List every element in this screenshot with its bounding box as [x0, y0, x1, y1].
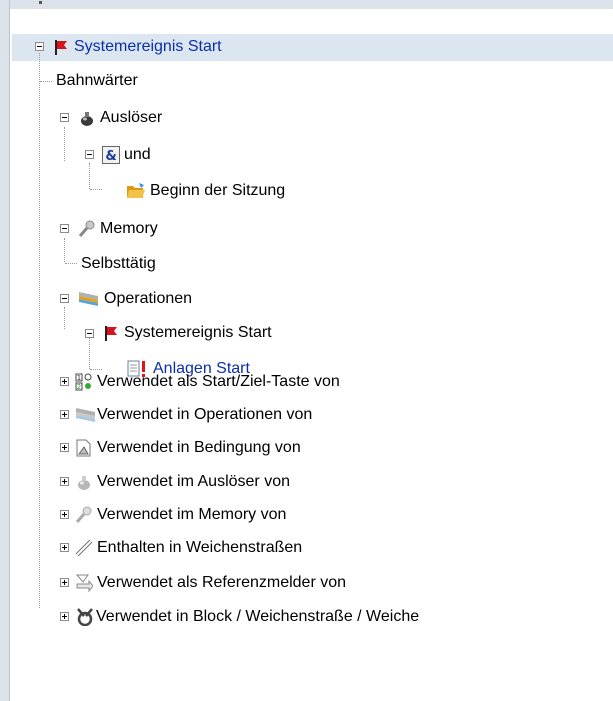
tree-node-op-systemereignis-start[interactable]: Systemereignis Start	[102, 321, 272, 345]
collapse-toggle-ausloeser[interactable]	[60, 113, 69, 122]
tree-node-label: Systemereignis Start	[124, 324, 272, 341]
tree-node-label: Systemereignis Start	[74, 38, 222, 55]
collapse-toggle-und[interactable]	[85, 150, 94, 159]
expand-toggle-operationen-von[interactable]	[60, 410, 69, 419]
collapse-toggle-memory[interactable]	[60, 224, 69, 233]
operations-icon	[75, 406, 97, 424]
red-flag-icon	[102, 324, 120, 342]
tree-node-label: Memory	[100, 220, 158, 237]
tree-node-weichenstrassen[interactable]: Enthalten in Weichenstraßen	[75, 536, 302, 560]
tree-node-bahnwaerter[interactable]: Bahnwärter	[56, 69, 138, 93]
tree-branch	[65, 263, 77, 264]
ampersand-icon: &	[102, 146, 120, 164]
svg-text:1: 1	[77, 374, 81, 382]
tree-node-block-weiche[interactable]: Verwendet in Block / Weichenstraße / Wei…	[75, 605, 419, 629]
tree-node-referenzmelder[interactable]: Verwendet als Referenzmelder von	[75, 571, 346, 595]
tree-line-operationen	[64, 307, 65, 329]
tree-node-label: Verwendet als Referenzmelder von	[97, 574, 347, 591]
left-strip	[0, 0, 10, 701]
memory-icon	[75, 506, 93, 524]
tree-branch	[40, 81, 52, 82]
trigger-icon	[75, 473, 93, 491]
svg-text:2: 2	[77, 383, 81, 391]
expand-toggle-start-ziel[interactable]	[60, 377, 69, 386]
tree-node-start-ziel-taste[interactable]: 12 Verwendet als Start/Ziel-Taste von	[75, 370, 340, 394]
tree-line-memory	[64, 238, 65, 262]
collapse-toggle-root[interactable]	[35, 42, 44, 51]
tree-node-label: Enthalten in Weichenstraßen	[97, 539, 303, 556]
tree-node-bedingung-von[interactable]: Verwendet in Bedingung von	[75, 436, 301, 460]
condition-icon	[75, 439, 93, 457]
tree-node-label: Auslöser	[100, 109, 163, 126]
tree-node-label: Verwendet in Bedingung von	[97, 439, 301, 456]
folder-icon	[126, 182, 146, 200]
tree-node-selbsttaetig[interactable]: Selbsttätig	[81, 252, 156, 276]
tree-node-label: und	[124, 146, 151, 163]
tree-node-label: Verwendet im Auslöser von	[97, 473, 290, 490]
tree-node-label: Verwendet in Operationen von	[97, 406, 313, 423]
keys-icon: 12	[75, 373, 93, 391]
tree-node-ausloeser-von[interactable]: Verwendet im Auslöser von	[75, 470, 290, 494]
tree-node-label: Selbsttätig	[81, 255, 156, 272]
trigger-icon	[78, 109, 96, 127]
tree-node-operationen-von[interactable]: Verwendet in Operationen von	[75, 403, 312, 427]
collapse-toggle-op-systemereignis[interactable]	[85, 329, 94, 338]
tree-line-root	[39, 53, 40, 608]
tree-line-ausloeser	[64, 127, 65, 161]
svg-text:&: &	[105, 149, 116, 164]
tree-node-memory[interactable]: Memory	[78, 217, 158, 241]
tree-node-operationen[interactable]: Operationen	[78, 287, 192, 311]
operations-icon	[78, 290, 100, 308]
tree-node-root[interactable]: Systemereignis Start	[52, 35, 222, 59]
expand-toggle-memory-von[interactable]	[60, 510, 69, 519]
tree-node-label: Verwendet im Memory von	[97, 506, 287, 523]
tree-node-ausloeser[interactable]: Auslöser	[78, 106, 162, 130]
top-strip-mark	[39, 1, 42, 4]
tree-branch	[90, 189, 102, 190]
tree-node-beginn-der-sitzung[interactable]: Beginn der Sitzung	[126, 179, 285, 203]
expand-toggle-referenzmelder[interactable]	[60, 578, 69, 587]
block-icon	[75, 608, 95, 626]
tree-node-label: Bahnwärter	[56, 72, 138, 89]
route-icon	[75, 539, 93, 557]
tree-line-op-sys	[89, 337, 90, 369]
tree-node-und[interactable]: & und	[102, 143, 151, 167]
red-flag-icon	[52, 38, 70, 56]
tree-node-label: Verwendet als Start/Ziel-Taste von	[97, 373, 340, 390]
reference-icon	[75, 574, 93, 592]
expand-toggle-ausloeser-von[interactable]	[60, 477, 69, 486]
expand-toggle-bedingung[interactable]	[60, 443, 69, 452]
memory-icon	[78, 220, 96, 238]
tree-node-label: Operationen	[104, 290, 193, 307]
top-strip	[0, 0, 613, 9]
tree-node-label: Beginn der Sitzung	[150, 182, 286, 199]
tree-node-label: Verwendet in Block / Weichenstraße / Wei…	[96, 608, 420, 625]
expand-toggle-weichenstrassen[interactable]	[60, 543, 69, 552]
tree-line-und	[89, 163, 90, 189]
expand-toggle-block[interactable]	[60, 612, 69, 621]
collapse-toggle-operationen[interactable]	[60, 294, 69, 303]
tree-node-memory-von[interactable]: Verwendet im Memory von	[75, 503, 286, 527]
